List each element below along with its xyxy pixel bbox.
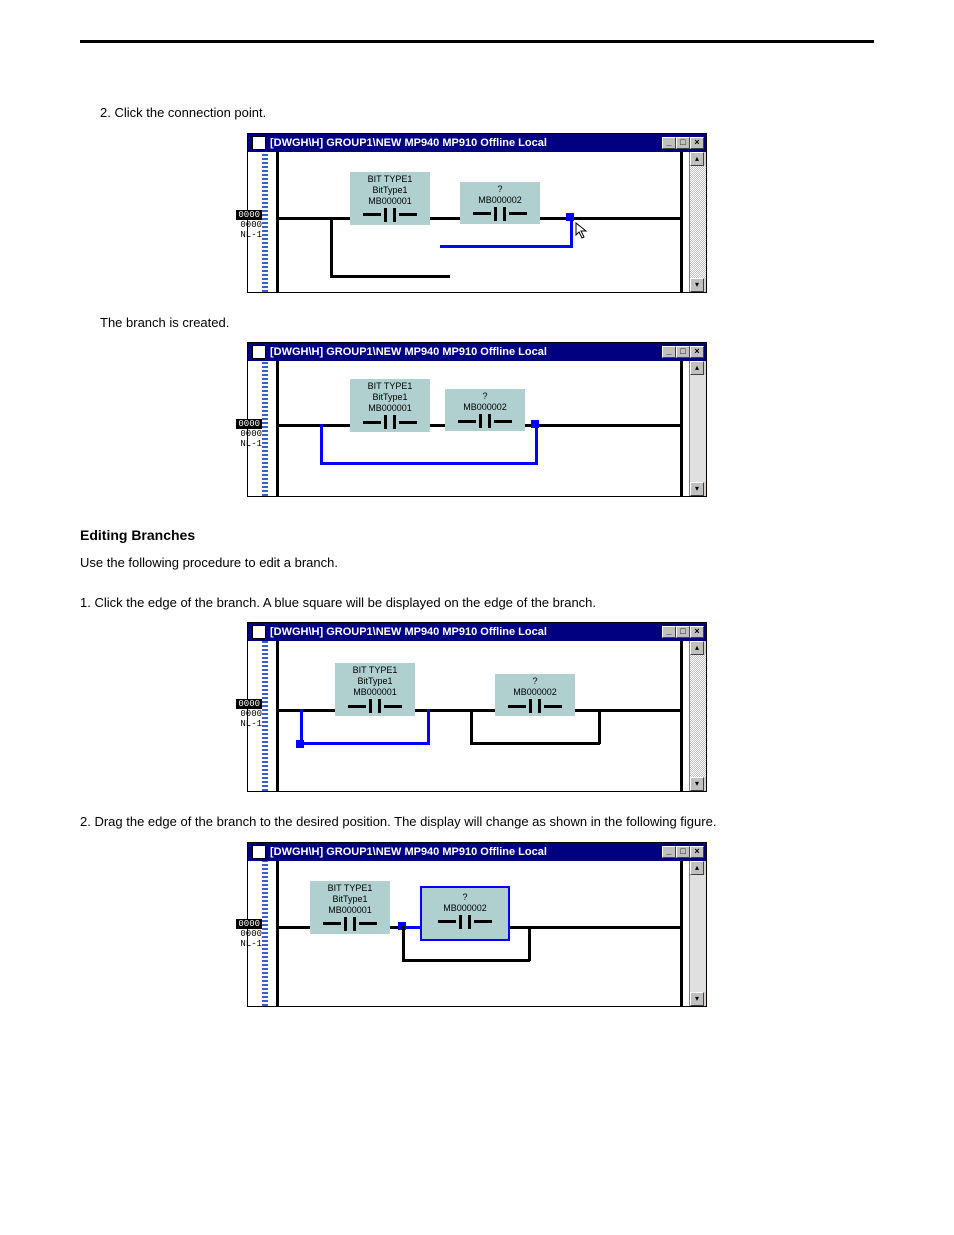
- gutter: 0000 0000 NL-1: [248, 641, 270, 791]
- row-hex: 0000: [236, 919, 262, 929]
- contact-mb000001[interactable]: BIT TYPE1 BitType1 MB000001: [335, 663, 415, 716]
- row-dec: 0000: [240, 929, 262, 939]
- branch-start-handle[interactable]: [296, 740, 304, 748]
- scroll-up-button[interactable]: ▴: [690, 152, 704, 166]
- titlebar: [DWGH\H] GROUP1\NEW MP940 MP910 Offline …: [248, 843, 706, 861]
- minimize-button[interactable]: _: [662, 137, 676, 149]
- app-icon: [252, 625, 266, 639]
- gutter: 0000 0000 NL-1: [248, 361, 270, 496]
- row-hex: 0000: [236, 210, 262, 220]
- scroll-down-button[interactable]: ▾: [690, 482, 704, 496]
- vertical-scrollbar[interactable]: ▴ ▾: [689, 641, 706, 791]
- row-hex: 0000: [236, 699, 262, 709]
- close-button[interactable]: ×: [690, 846, 704, 858]
- vertical-scrollbar[interactable]: ▴ ▾: [689, 152, 706, 292]
- vertical-scrollbar[interactable]: ▴ ▾: [689, 861, 706, 1006]
- row-dec: 0000: [240, 429, 262, 439]
- window-title: [DWGH\H] GROUP1\NEW MP940 MP910 Offline …: [270, 846, 662, 858]
- selected-contact[interactable]: ? MB000002: [420, 886, 510, 941]
- row-hex: 0000: [236, 419, 262, 429]
- minimize-button[interactable]: _: [662, 346, 676, 358]
- step-2-text: 2. Click the connection point.: [100, 103, 874, 123]
- titlebar: [DWGH\H] GROUP1\NEW MP940 MP910 Offline …: [248, 623, 706, 641]
- close-button[interactable]: ×: [690, 137, 704, 149]
- row-nl: NL-1: [240, 439, 262, 449]
- close-button[interactable]: ×: [690, 346, 704, 358]
- row-nl: NL-1: [240, 719, 262, 729]
- scroll-up-button[interactable]: ▴: [690, 861, 704, 875]
- app-icon: [252, 136, 266, 150]
- row-dec: 0000: [240, 709, 262, 719]
- ladder-canvas[interactable]: BIT TYPE1 BitType1 MB000001 ? MB000002: [270, 361, 689, 496]
- minimize-button[interactable]: _: [662, 846, 676, 858]
- vertical-scrollbar[interactable]: ▴ ▾: [689, 361, 706, 496]
- titlebar: [DWGH\H] GROUP1\NEW MP940 MP910 Offline …: [248, 134, 706, 152]
- scroll-up-button[interactable]: ▴: [690, 641, 704, 655]
- maximize-button[interactable]: □: [676, 846, 690, 858]
- top-rule: [80, 40, 874, 43]
- ladder-window-2: [DWGH\H] GROUP1\NEW MP940 MP910 Offline …: [247, 342, 707, 497]
- branch-end-handle[interactable]: [566, 213, 574, 221]
- window-title: [DWGH\H] GROUP1\NEW MP940 MP910 Offline …: [270, 626, 662, 638]
- contact-mb000001[interactable]: BIT TYPE1 BitType1 MB000001: [350, 379, 430, 432]
- contact-mb000002[interactable]: ? MB000002: [445, 389, 525, 431]
- gutter: 0000 0000 NL-1: [248, 152, 270, 292]
- minimize-button[interactable]: _: [662, 626, 676, 638]
- window-title: [DWGH\H] GROUP1\NEW MP940 MP910 Offline …: [270, 346, 662, 358]
- ladder-canvas[interactable]: BIT TYPE1 BitType1 MB000001 ? MB000002: [270, 152, 689, 292]
- scroll-down-button[interactable]: ▾: [690, 278, 704, 292]
- ladder-window-4: [DWGH\H] GROUP1\NEW MP940 MP910 Offline …: [247, 842, 707, 1007]
- contact-mb000001[interactable]: BIT TYPE1 BitType1 MB000001: [310, 881, 390, 934]
- maximize-button[interactable]: □: [676, 626, 690, 638]
- contact-mb000001[interactable]: BIT TYPE1 BitType1 MB000001: [350, 172, 430, 225]
- contact-mb000002[interactable]: ? MB000002: [460, 182, 540, 224]
- ladder-window-3: [DWGH\H] GROUP1\NEW MP940 MP910 Offline …: [247, 622, 707, 792]
- contact-mb000002[interactable]: ? MB000002: [495, 674, 575, 716]
- ladder-canvas[interactable]: BIT TYPE1 BitType1 MB000001 ? MB000002: [270, 641, 689, 791]
- branch-end-handle[interactable]: [531, 420, 539, 428]
- gutter: 0000 0000 NL-1: [248, 861, 270, 1006]
- app-icon: [252, 345, 266, 359]
- ladder-canvas[interactable]: BIT TYPE1 BitType1 MB000001 ? MB000002: [270, 861, 689, 1006]
- result-text-1: The branch is created.: [100, 313, 874, 333]
- step-2b-text: 2. Drag the edge of the branch to the de…: [80, 812, 874, 832]
- step-1b-text: 1. Click the edge of the branch. A blue …: [80, 593, 874, 613]
- maximize-button[interactable]: □: [676, 137, 690, 149]
- scroll-down-button[interactable]: ▾: [690, 777, 704, 791]
- scroll-up-button[interactable]: ▴: [690, 361, 704, 375]
- titlebar: [DWGH\H] GROUP1\NEW MP940 MP910 Offline …: [248, 343, 706, 361]
- maximize-button[interactable]: □: [676, 346, 690, 358]
- editing-branches-intro: Use the following procedure to edit a br…: [80, 553, 874, 573]
- row-dec: 0000: [240, 220, 262, 230]
- window-title: [DWGH\H] GROUP1\NEW MP940 MP910 Offline …: [270, 137, 662, 149]
- scroll-down-button[interactable]: ▾: [690, 992, 704, 1006]
- cursor-icon: [575, 222, 593, 242]
- row-nl: NL-1: [240, 230, 262, 240]
- editing-branches-heading: Editing Branches: [80, 527, 874, 543]
- row-nl: NL-1: [240, 939, 262, 949]
- close-button[interactable]: ×: [690, 626, 704, 638]
- ladder-window-1: [DWGH\H] GROUP1\NEW MP940 MP910 Offline …: [247, 133, 707, 293]
- app-icon: [252, 845, 266, 859]
